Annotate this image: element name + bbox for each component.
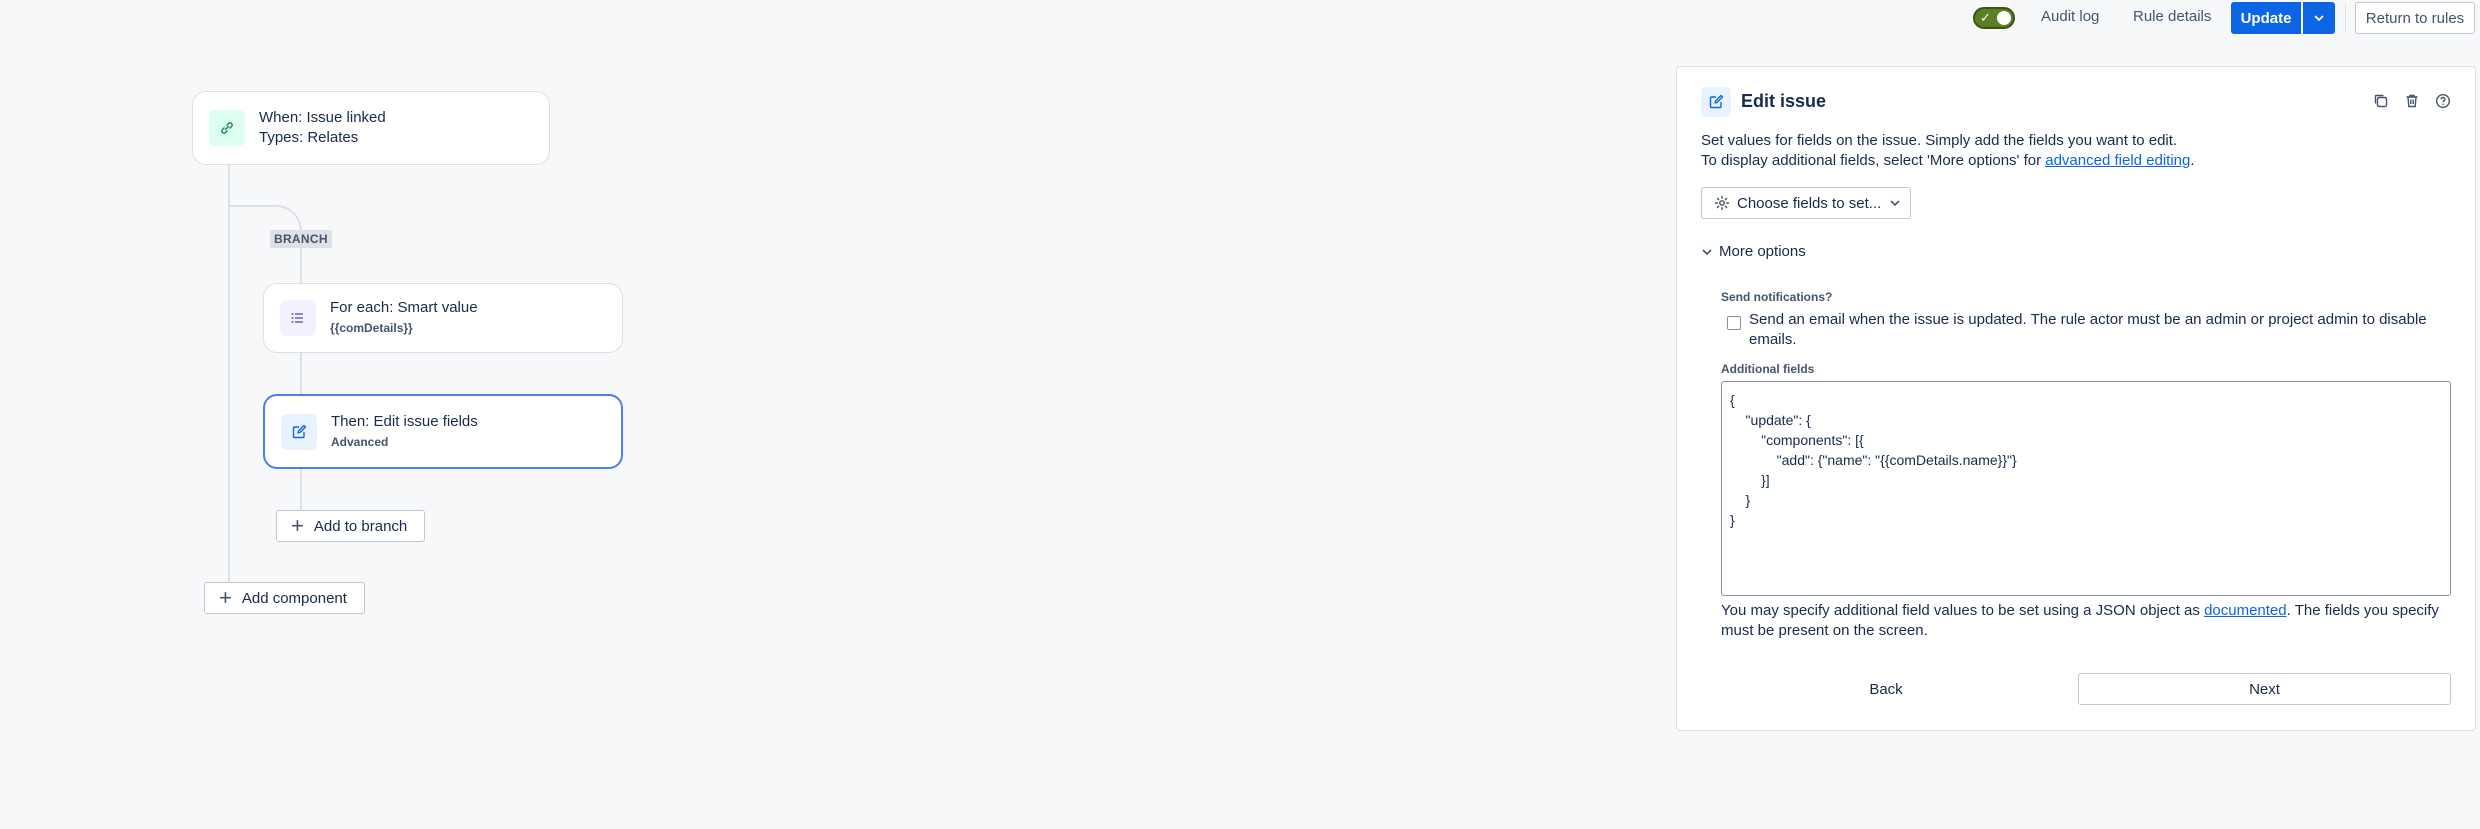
rule-details-link[interactable]: Rule details <box>2133 8 2211 25</box>
trigger-subtitle: Types: Relates <box>259 129 359 146</box>
help-text-prefix: You may specify additional field values … <box>1721 602 2205 619</box>
trigger-text: When: Issue linked Types: Relates <box>259 108 386 148</box>
choose-fields-label: Choose fields to set... <box>1737 194 1882 212</box>
toggle-knob <box>1997 11 2011 25</box>
chevron-down-icon <box>2314 15 2324 22</box>
panel-title: Edit issue <box>1741 91 1827 111</box>
chevron-down-icon <box>1702 248 1712 255</box>
add-component-button[interactable]: + Add component <box>204 582 365 614</box>
description-line-2: To display additional fields, select 'Mo… <box>1701 151 2195 171</box>
branch-subtitle: {{comDetails}} <box>330 321 413 335</box>
description-suffix: . <box>2190 152 2195 169</box>
action-node-selected[interactable]: Then: Edit issue fields Advanced <box>263 394 623 469</box>
documented-link[interactable]: documented <box>2204 602 2287 619</box>
branch-title: For each: Smart value <box>330 299 478 316</box>
add-to-branch-button[interactable]: + Add to branch <box>276 510 425 542</box>
add-to-branch-label: Add to branch <box>313 517 408 535</box>
additional-fields-label: Additional fields <box>1721 362 1815 376</box>
toolbar-divider <box>2345 4 2346 32</box>
action-text: Then: Edit issue fields Advanced <box>331 412 478 452</box>
choose-fields-dropdown[interactable]: Choose fields to set... <box>1701 187 1911 219</box>
return-to-rules-button[interactable]: Return to rules <box>2355 2 2475 34</box>
edit-icon <box>281 413 317 450</box>
audit-log-link[interactable]: Audit log <box>2041 8 2099 25</box>
back-button[interactable]: Back <box>1721 673 2051 705</box>
list-icon <box>280 300 316 336</box>
description-line-1: Set values for fields on the issue. Simp… <box>1701 132 2178 149</box>
update-button[interactable]: Update <box>2231 2 2301 34</box>
link-icon <box>209 110 245 146</box>
trigger-node[interactable]: When: Issue linked Types: Relates <box>192 91 550 165</box>
help-icon[interactable] <box>2432 90 2454 112</box>
edit-icon <box>1701 87 1731 117</box>
action-subtitle: Advanced <box>331 434 389 449</box>
plus-icon: + <box>291 513 304 538</box>
branch-node[interactable]: For each: Smart value {{comDetails}} <box>263 283 623 353</box>
additional-fields-textarea[interactable]: { "update": { "components": [{ "add": {"… <box>1721 381 2451 596</box>
branch-connector-line <box>300 352 302 394</box>
next-button[interactable]: Next <box>2078 673 2451 705</box>
advanced-field-editing-link[interactable]: advanced field editing <box>2045 152 2190 169</box>
more-options-toggle[interactable]: More options <box>1701 243 1806 260</box>
send-notifications-label: Send notifications? <box>1721 290 1833 304</box>
branch-text: For each: Smart value {{comDetails}} <box>330 298 478 338</box>
check-icon: ✓ <box>1980 10 1991 25</box>
copy-icon[interactable] <box>2370 90 2392 112</box>
additional-fields-help: You may specify additional field values … <box>1721 601 2451 641</box>
rule-enabled-toggle[interactable]: ✓ <box>1973 7 2015 29</box>
action-title: Then: Edit issue fields <box>331 412 478 430</box>
plus-icon: + <box>219 585 232 610</box>
description-text: To display additional fields, select 'Mo… <box>1701 152 2046 169</box>
send-notifications-text: Send an email when the issue is updated.… <box>1749 311 2427 348</box>
branch-connector-line <box>300 248 302 284</box>
trash-icon[interactable] <box>2401 90 2423 112</box>
add-component-label: Add component <box>241 589 347 607</box>
branch-connector-line <box>300 468 302 510</box>
edit-issue-panel: Edit issue Set values for fields on the … <box>1676 66 2476 731</box>
branch-label: BRANCH <box>270 230 332 248</box>
trigger-title: When: Issue linked <box>259 109 386 126</box>
update-dropdown-button[interactable] <box>2303 2 2335 34</box>
gear-icon <box>1714 195 1730 211</box>
more-options-label: More options <box>1719 243 1806 260</box>
send-notifications-checkbox[interactable] <box>1727 316 1741 330</box>
chevron-down-icon <box>1890 200 1900 207</box>
